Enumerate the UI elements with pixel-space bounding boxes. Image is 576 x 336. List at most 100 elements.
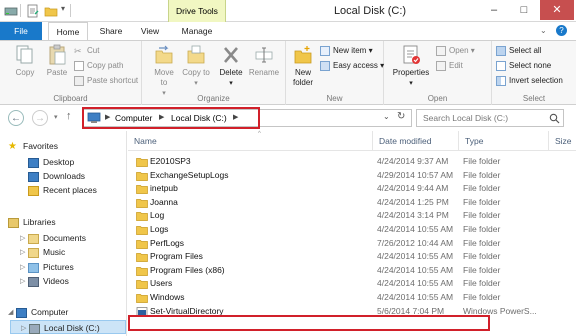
copy-path-label: Copy path bbox=[87, 61, 124, 70]
tab-view[interactable]: View bbox=[134, 22, 166, 40]
open-group-label: Open bbox=[427, 94, 448, 103]
file-row[interactable]: Log 4/24/2014 3:14 PM File folder bbox=[128, 209, 576, 223]
tab-home[interactable]: Home bbox=[48, 22, 88, 41]
file-type: File folder bbox=[463, 292, 501, 302]
paste-icon bbox=[49, 44, 66, 65]
file-row[interactable]: inetpub 4/24/2014 9:44 AM File folder bbox=[128, 182, 576, 196]
file-date: 4/29/2014 10:57 AM bbox=[377, 169, 454, 180]
tab-manage[interactable]: Manage bbox=[170, 22, 224, 40]
copy-button[interactable]: Copy bbox=[10, 44, 40, 78]
nav-documents[interactable]: ▷ Documents bbox=[20, 231, 86, 245]
tab-share[interactable]: Share bbox=[94, 22, 128, 40]
delete-button[interactable]: Delete ▾ bbox=[216, 44, 246, 89]
column-header: Name ^ Date modified Type Size bbox=[128, 131, 576, 151]
nav-libraries[interactable]: Libraries bbox=[8, 215, 56, 229]
move-to-button[interactable]: Move to ▾ bbox=[150, 44, 178, 99]
address-highlight-box bbox=[82, 107, 260, 129]
ribbon-expand-icon[interactable]: ⌄ bbox=[540, 26, 547, 35]
new-item-button[interactable]: New item ▾ bbox=[320, 44, 373, 58]
forward-button[interactable]: → bbox=[32, 110, 48, 126]
properties-button[interactable]: Properties ▾ bbox=[390, 44, 432, 89]
column-date-modified[interactable]: Date modified bbox=[372, 131, 458, 151]
invert-selection-button[interactable]: Invert selection bbox=[496, 74, 563, 88]
open-button[interactable]: Open ▾ bbox=[436, 44, 475, 58]
file-date: 4/24/2014 10:55 AM bbox=[377, 251, 454, 262]
cut-label: Cut bbox=[87, 46, 100, 55]
easy-access-button[interactable]: Easy access ▾ bbox=[320, 59, 384, 73]
nav-local-disk[interactable]: ▷ Local Disk (C:) bbox=[10, 320, 126, 334]
new-folder-button[interactable]: New folder bbox=[288, 44, 318, 88]
computer-icon bbox=[16, 307, 27, 318]
properties-icon[interactable] bbox=[26, 4, 40, 18]
edit-button[interactable]: Edit bbox=[436, 59, 463, 73]
file-row[interactable]: E2010SP3 4/24/2014 9:37 AM File folder bbox=[128, 155, 576, 169]
column-type[interactable]: Type bbox=[458, 131, 548, 151]
nav-videos[interactable]: ▷ Videos bbox=[20, 274, 69, 288]
file-row[interactable]: Windows 4/24/2014 10:55 AM File folder bbox=[128, 291, 576, 305]
file-date: 7/26/2012 10:44 AM bbox=[377, 237, 454, 248]
nav-libraries-label: Libraries bbox=[23, 217, 56, 227]
collapse-arrow-icon[interactable]: ◢ bbox=[8, 306, 16, 320]
nav-pictures[interactable]: ▷ Pictures bbox=[20, 260, 74, 274]
cut-button[interactable]: ✂ Cut bbox=[74, 44, 99, 58]
folder-icon bbox=[136, 294, 148, 303]
new-group: New folder New item ▾ Easy access ▾ New bbox=[286, 41, 384, 105]
nav-local-disk-label: Local Disk (C:) bbox=[44, 323, 100, 333]
nav-music[interactable]: ▷ Music bbox=[20, 245, 65, 259]
up-arrow-icon[interactable]: ↑ bbox=[66, 110, 72, 122]
file-date: 4/24/2014 10:55 AM bbox=[377, 224, 454, 234]
expand-arrow-icon[interactable]: ▷ bbox=[20, 261, 28, 275]
rename-button[interactable]: Rename bbox=[248, 44, 280, 78]
quick-access-dropdown-icon[interactable]: ▾ bbox=[61, 4, 65, 13]
new-folder-icon bbox=[294, 46, 312, 64]
file-row[interactable]: Joanna 4/24/2014 1:25 PM File folder bbox=[128, 196, 576, 210]
expand-arrow-icon[interactable]: ▷ bbox=[20, 232, 28, 246]
folder-icon bbox=[136, 212, 148, 222]
file-name: E2010SP3 bbox=[150, 156, 191, 166]
back-button[interactable]: ← bbox=[8, 110, 24, 126]
file-highlight-box bbox=[128, 315, 490, 331]
music-icon bbox=[28, 247, 39, 258]
file-row[interactable]: Program Files (x86) 4/24/2014 10:55 AM Fil… bbox=[128, 264, 576, 278]
search-input[interactable]: Search Local Disk (C:) bbox=[416, 109, 564, 127]
paste-button[interactable]: Paste bbox=[42, 44, 72, 78]
tab-file[interactable]: File bbox=[0, 22, 42, 40]
refresh-icon[interactable]: ↻ bbox=[397, 111, 405, 122]
nav-desktop[interactable]: Desktop bbox=[28, 155, 74, 169]
file-type: File folder bbox=[463, 169, 501, 180]
column-size[interactable]: Size bbox=[548, 131, 576, 151]
file-row[interactable]: Program Files 4/24/2014 10:55 AM File fold… bbox=[128, 250, 576, 264]
copy-path-button[interactable]: Copy path bbox=[74, 59, 123, 73]
close-button[interactable]: ✕ bbox=[540, 0, 574, 20]
file-name: inetpub bbox=[150, 183, 178, 194]
file-type: File folder bbox=[463, 251, 501, 262]
select-all-button[interactable]: Select all bbox=[496, 44, 541, 58]
minimize-button[interactable]: – bbox=[480, 0, 508, 20]
help-icon[interactable]: ? bbox=[556, 25, 567, 36]
file-row[interactable]: PerfLogs 7/26/2012 10:44 AM File folder bbox=[128, 237, 576, 251]
column-name[interactable]: Name bbox=[128, 131, 372, 151]
paste-shortcut-button[interactable]: Paste shortcut bbox=[74, 74, 138, 88]
drive-tools-context-tab[interactable]: Drive Tools bbox=[168, 0, 226, 22]
file-row[interactable]: Logs 4/24/2014 10:55 AM File folder bbox=[128, 223, 576, 237]
delete-x-icon bbox=[224, 47, 238, 63]
window-title: Local Disk (C:) bbox=[333, 5, 407, 17]
nav-favorites[interactable]: ★ Favorites bbox=[8, 139, 58, 153]
expand-arrow-icon[interactable]: ▷ bbox=[20, 246, 28, 260]
new-folder-quick-icon[interactable] bbox=[44, 4, 58, 18]
file-row[interactable]: Users 4/24/2014 10:55 AM File folder bbox=[128, 277, 576, 291]
nav-downloads[interactable]: Downloads bbox=[28, 169, 85, 183]
drive-icon[interactable] bbox=[4, 4, 18, 18]
copy-to-button[interactable]: Copy to ▾ bbox=[182, 44, 210, 89]
folder-icon bbox=[136, 239, 148, 249]
nav-recent-places[interactable]: Recent places bbox=[28, 183, 97, 197]
properties-label: Properties bbox=[392, 68, 430, 77]
nav-computer[interactable]: ◢ Computer bbox=[8, 305, 68, 319]
maximize-button[interactable]: □ bbox=[510, 0, 538, 20]
recent-locations-icon[interactable]: ▾ bbox=[54, 113, 58, 121]
expand-arrow-icon[interactable]: ▷ bbox=[21, 322, 29, 336]
address-dropdown-icon[interactable]: ⌄ bbox=[383, 112, 390, 121]
expand-arrow-icon[interactable]: ▷ bbox=[20, 275, 28, 289]
file-row[interactable]: ExchangeSetupLogs 4/29/2014 10:57 AM File … bbox=[128, 169, 576, 183]
select-none-button[interactable]: Select none bbox=[496, 59, 551, 73]
